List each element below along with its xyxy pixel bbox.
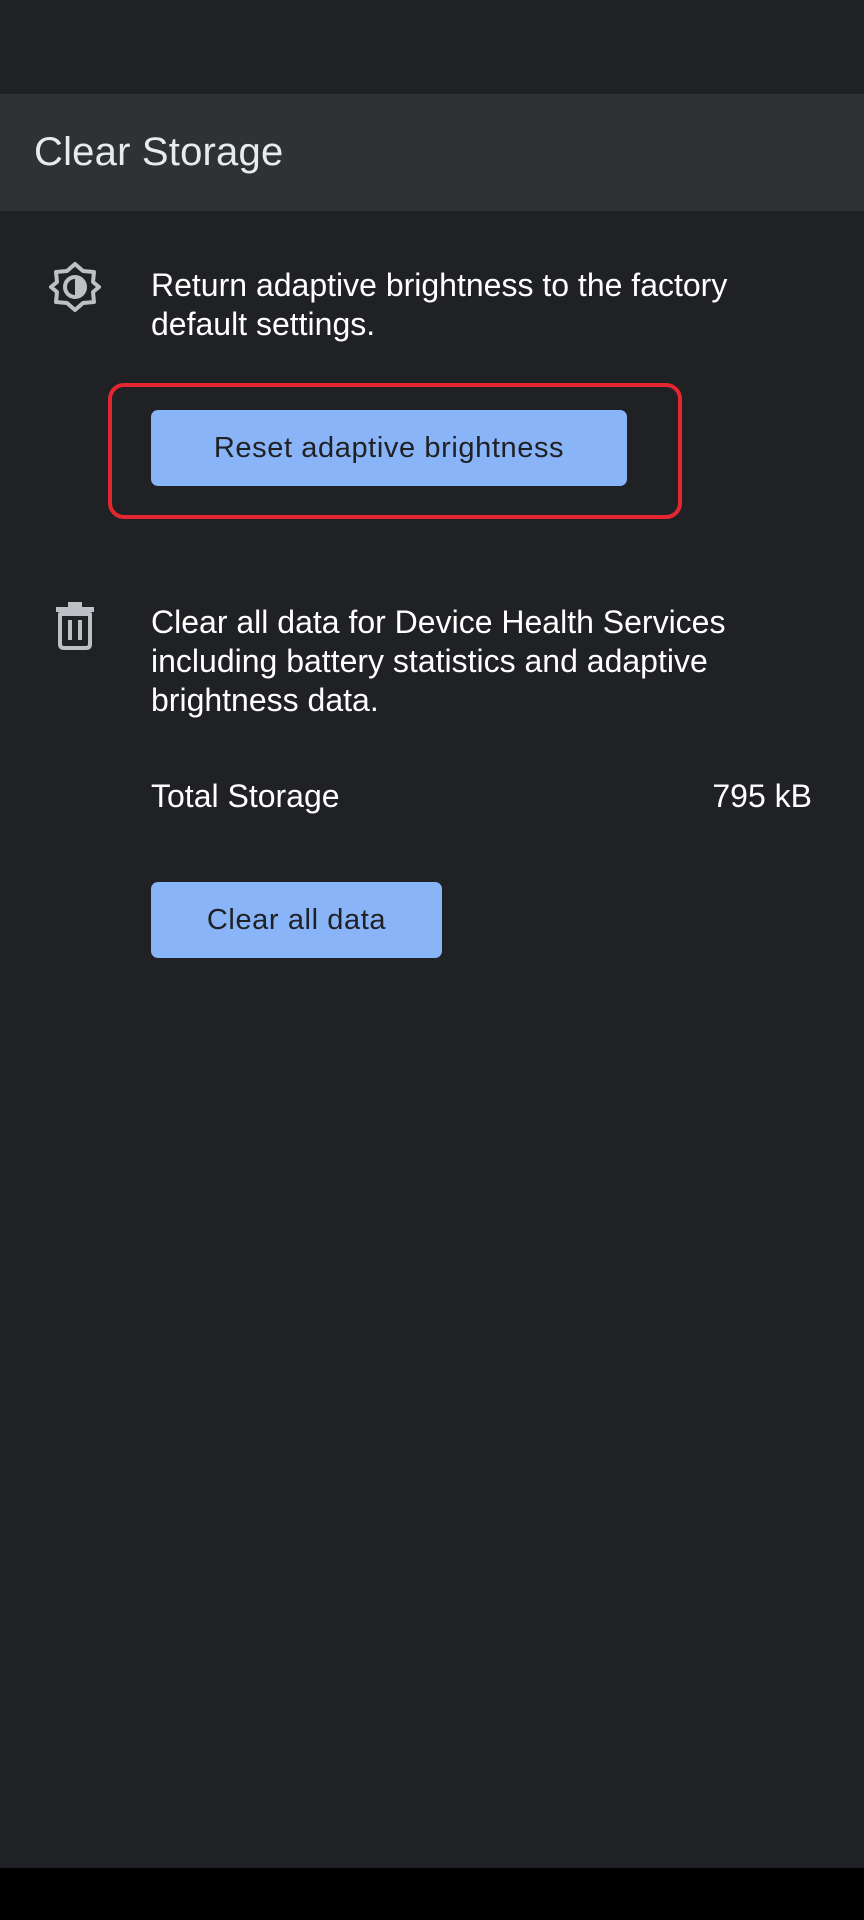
page-title: Clear Storage bbox=[34, 130, 284, 174]
trash-icon bbox=[48, 598, 102, 652]
clear-data-description: Clear all data for Device Health Service… bbox=[151, 604, 726, 718]
total-storage-value: 795 kB bbox=[712, 778, 812, 814]
reset-adaptive-brightness-button[interactable]: Reset adaptive brightness bbox=[151, 410, 627, 486]
brightness-icon bbox=[48, 260, 102, 314]
navigation-bar bbox=[0, 1868, 864, 1920]
app-bar: Clear Storage bbox=[0, 94, 864, 211]
clear-all-data-button[interactable]: Clear all data bbox=[151, 882, 442, 958]
total-storage-label: Total Storage bbox=[151, 778, 340, 814]
brightness-description: Return adaptive brightness to the factor… bbox=[151, 267, 728, 342]
status-bar bbox=[0, 0, 864, 94]
